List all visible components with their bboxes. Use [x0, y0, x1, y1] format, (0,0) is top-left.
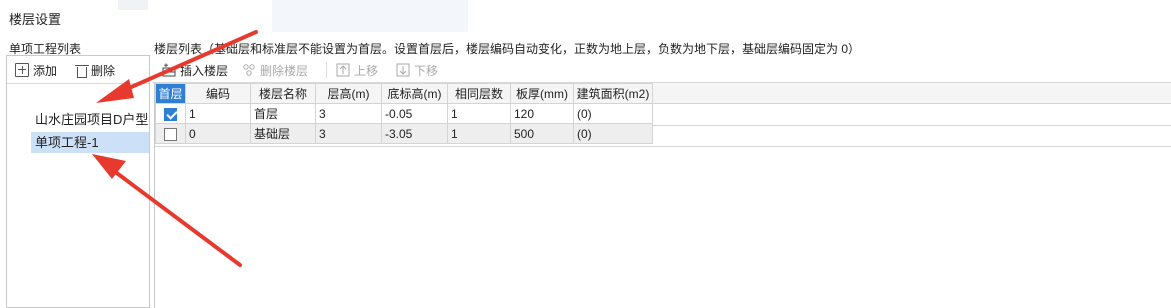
title-bar: 楼层设置	[0, 0, 1171, 34]
column-header-bottom-elevation[interactable]: 底标高(m)	[381, 83, 448, 104]
add-label: 添加	[33, 63, 58, 78]
add-icon	[15, 63, 29, 77]
floor-name-cell[interactable]: 首层	[250, 103, 316, 124]
building-area-cell[interactable]: (0)	[573, 103, 653, 124]
column-header-building-area[interactable]: 建筑面积(m2)	[573, 83, 653, 104]
column-header-code[interactable]: 编码	[185, 83, 251, 104]
project-list-toolbar: 添加 删除	[7, 56, 149, 84]
column-header-floor-name[interactable]: 楼层名称	[250, 83, 316, 104]
bottom-elevation-cell[interactable]: -0.05	[381, 103, 448, 124]
delete-button[interactable]: 删除	[75, 61, 115, 79]
first-floor-checkbox[interactable]	[164, 107, 177, 121]
insert-floor-icon	[162, 63, 176, 77]
tree-item-single-project[interactable]: 单项工程-1	[31, 132, 149, 153]
delete-label: 删除	[91, 63, 116, 78]
floor-grid: 首层 编码 楼层名称 层高(m) 底标高(m) 相同层数 板厚(mm) 建筑面积…	[154, 83, 1171, 308]
toolbar-divider	[326, 62, 327, 78]
move-down-button[interactable]: 下移	[396, 61, 438, 79]
move-up-label: 上移	[354, 63, 379, 78]
tree-item-project[interactable]: 山水庄园项目D户型-栋	[31, 109, 149, 130]
floor-list-header: 楼层列表（基础层和标准层不能设置为首层。设置首层后，楼层编码自动变化，正数为地上…	[154, 42, 861, 56]
first-floor-cell[interactable]	[155, 123, 186, 144]
blurred-area	[272, 0, 468, 32]
floor-name-cell[interactable]: 基础层	[250, 123, 316, 144]
building-area-cell[interactable]: (0)	[573, 123, 653, 144]
bottom-elevation-cell[interactable]: -3.05	[381, 123, 448, 144]
blurred-area	[118, 0, 148, 10]
table-header-row: 首层 编码 楼层名称 层高(m) 底标高(m) 相同层数 板厚(mm) 建筑面积…	[155, 83, 653, 104]
code-cell[interactable]: 1	[185, 103, 251, 124]
floor-height-cell[interactable]: 3	[315, 123, 382, 144]
code-cell[interactable]: 0	[185, 123, 251, 144]
grid-row-line	[155, 146, 1171, 147]
same-floors-cell[interactable]: 1	[447, 103, 511, 124]
insert-floor-button[interactable]: 插入楼层	[162, 61, 228, 79]
move-up-button[interactable]: 上移	[336, 61, 378, 79]
column-header-first-floor[interactable]: 首层	[155, 83, 186, 104]
table-row[interactable]: 1 首层 3 -0.05 1 120 (0)	[155, 103, 653, 124]
delete-floor-icon	[243, 64, 255, 76]
column-header-slab-thickness[interactable]: 板厚(mm)	[510, 83, 574, 104]
column-header-floor-height[interactable]: 层高(m)	[315, 83, 382, 104]
floor-toolbar: 插入楼层 删除楼层 上移 下移	[152, 57, 1171, 83]
table-row[interactable]: 0 基础层 3 -3.05 1 500 (0)	[155, 123, 653, 144]
column-header-same-floors[interactable]: 相同层数	[447, 83, 511, 104]
window-title: 楼层设置	[9, 12, 62, 27]
first-floor-cell[interactable]	[155, 103, 186, 124]
trash-icon	[75, 64, 89, 78]
move-up-icon	[336, 63, 350, 77]
slab-thickness-cell[interactable]: 500	[510, 123, 574, 144]
floor-height-cell[interactable]: 3	[315, 103, 382, 124]
move-down-label: 下移	[414, 63, 439, 78]
delete-floor-button[interactable]: 删除楼层	[242, 61, 308, 79]
first-floor-checkbox[interactable]	[164, 127, 177, 141]
same-floors-cell[interactable]: 1	[447, 123, 511, 144]
insert-floor-label: 插入楼层	[180, 63, 229, 78]
delete-floor-label: 删除楼层	[260, 63, 309, 78]
floor-table: 首层 编码 楼层名称 层高(m) 底标高(m) 相同层数 板厚(mm) 建筑面积…	[155, 83, 653, 144]
move-down-icon	[396, 63, 410, 77]
slab-thickness-cell[interactable]: 120	[510, 103, 574, 124]
project-list-box: 添加 删除 山水庄园项目D户型-栋 单项工程-1	[6, 55, 150, 308]
add-button[interactable]: 添加	[15, 61, 57, 79]
project-list-panel: 单项工程列表 添加 删除 山水庄园项目D户型-栋 单项工程-1	[0, 34, 150, 308]
floor-list-panel: 楼层列表（基础层和标准层不能设置为首层。设置首层后，楼层编码自动变化，正数为地上…	[152, 34, 1171, 308]
